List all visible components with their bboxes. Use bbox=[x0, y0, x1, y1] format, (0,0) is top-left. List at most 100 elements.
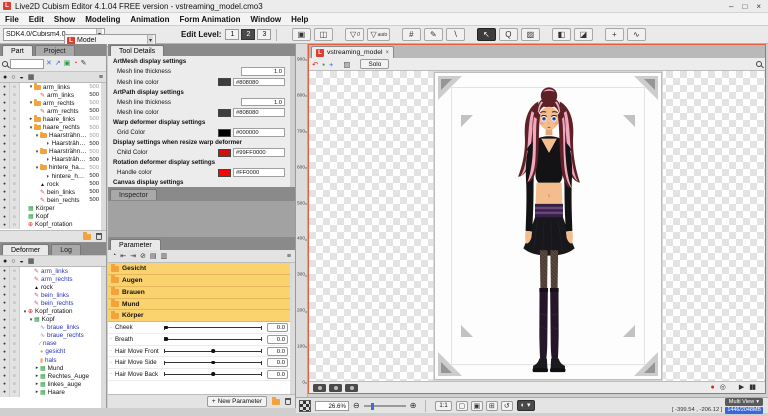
lock-icon[interactable]: ○ bbox=[10, 323, 20, 332]
actual-size-button[interactable]: 1:1 bbox=[435, 400, 452, 411]
lock-icon[interactable]: ○ bbox=[10, 188, 20, 197]
lock-icon[interactable]: ○ bbox=[10, 212, 20, 221]
field-input[interactable]: #FF0000 bbox=[233, 168, 285, 177]
trash-icon[interactable] bbox=[96, 233, 102, 240]
panel-tab[interactable]: Project bbox=[34, 45, 75, 56]
tool-button[interactable]: ✎ bbox=[424, 28, 444, 41]
lock-icon[interactable]: ○ bbox=[10, 364, 20, 373]
tool-button[interactable]: ▽ 0 bbox=[345, 28, 365, 41]
visibility-eye-icon[interactable]: ● bbox=[0, 115, 10, 124]
tool-button[interactable]: # bbox=[402, 28, 422, 41]
deformer-tree-row[interactable]: ● ○ nase bbox=[0, 339, 101, 348]
field-input[interactable]: #808080 bbox=[233, 77, 285, 87]
visibility-eye-icon[interactable]: ● bbox=[0, 275, 10, 284]
visibility-eye-icon[interactable]: ● bbox=[0, 212, 10, 221]
lock-icon[interactable]: ○ bbox=[10, 299, 20, 308]
color-swatch[interactable] bbox=[218, 78, 231, 87]
parameter-folder-row[interactable]: Augen bbox=[108, 275, 290, 287]
canvas-tool-icon[interactable]: ▨ bbox=[343, 59, 350, 70]
parameter-slider-track[interactable] bbox=[164, 372, 262, 377]
playback-control-icon[interactable]: ◎ bbox=[720, 383, 726, 393]
part-tree-row[interactable]: ● ○ Kopf bbox=[0, 212, 101, 221]
deformer-tree-row[interactable]: ● ○ Kopf bbox=[0, 315, 101, 324]
tool-button[interactable]: ∿ bbox=[627, 28, 647, 41]
maximize-button[interactable]: □ bbox=[742, 1, 747, 12]
menu-item[interactable]: Animation bbox=[130, 15, 169, 24]
deformer-tree-row[interactable]: ● ○ bein_rechts bbox=[0, 299, 101, 308]
lock-icon[interactable]: ○ bbox=[10, 275, 20, 284]
edit-level-button[interactable]: 3 bbox=[257, 29, 272, 40]
view-button[interactable]: ↺ bbox=[500, 400, 513, 411]
tab-parameter[interactable]: Parameter bbox=[110, 239, 161, 251]
deformer-tree-row[interactable]: ● ○ Mund bbox=[0, 364, 101, 373]
visibility-eye-icon[interactable]: ● bbox=[0, 123, 10, 132]
panel-tab[interactable]: Log bbox=[51, 244, 81, 255]
canvas-viewport[interactable] bbox=[309, 71, 765, 381]
lock-icon[interactable]: ○ bbox=[10, 172, 20, 181]
part-tree-row[interactable]: ● ○ hintere_haare 500 bbox=[0, 172, 101, 181]
visibility-eye-icon[interactable]: ● bbox=[0, 196, 10, 205]
visibility-eye-icon[interactable]: ● bbox=[0, 188, 10, 197]
lock-icon[interactable]: ○ bbox=[10, 291, 20, 300]
parameter-slider-track[interactable] bbox=[164, 360, 262, 365]
tool-button[interactable]: ▨ bbox=[521, 28, 541, 41]
tab-tool-details[interactable]: Tool Details bbox=[110, 45, 165, 56]
visibility-eye-icon[interactable]: ● bbox=[0, 220, 10, 229]
transparency-toggle-icon[interactable] bbox=[299, 399, 311, 412]
part-tree-row[interactable]: ● ○ haare_rechts 500 bbox=[0, 123, 101, 132]
lock-icon[interactable]: ○ bbox=[11, 258, 15, 265]
tool-button[interactable]: ▣ bbox=[292, 28, 312, 41]
slider-knob[interactable] bbox=[211, 349, 215, 353]
part-tree-row[interactable]: ● ○ bein_links 500 bbox=[0, 188, 101, 197]
solo-button[interactable]: Solo bbox=[360, 59, 390, 69]
parameter-tool-icon[interactable]: ▤ bbox=[150, 252, 157, 260]
visibility-eye-icon[interactable]: ● bbox=[0, 91, 10, 100]
lock-icon[interactable]: ○ bbox=[10, 347, 20, 357]
menu-item[interactable]: Window bbox=[251, 15, 282, 24]
tool-button[interactable]: + bbox=[605, 28, 625, 41]
deformer-tree-row[interactable]: ● ○ braue_links bbox=[0, 323, 101, 332]
lock-icon[interactable]: ○ bbox=[10, 139, 20, 148]
field-input[interactable]: #99FF0000 bbox=[233, 148, 285, 157]
visibility-eye-icon[interactable]: ● bbox=[0, 388, 10, 397]
playback-control-icon[interactable]: ▶ bbox=[739, 383, 744, 393]
camera-ghost-icon[interactable] bbox=[329, 383, 342, 392]
visibility-eye-icon[interactable]: ● bbox=[0, 204, 10, 213]
lock-icon[interactable]: ○ bbox=[10, 380, 20, 389]
zoom-slider[interactable] bbox=[363, 402, 406, 410]
field-input[interactable]: 1.0 bbox=[241, 67, 285, 77]
parameter-value[interactable]: 0.0 bbox=[267, 346, 288, 356]
part-tree-row[interactable]: ● ○ haare_links 500 bbox=[0, 115, 101, 124]
visibility-eye-icon[interactable]: ● bbox=[0, 83, 10, 92]
parameter-tool-icon[interactable]: ◔ bbox=[112, 252, 116, 260]
part-tree-row[interactable]: ● ○ Körper bbox=[0, 204, 101, 213]
lock-icon[interactable]: ○ bbox=[10, 339, 20, 348]
lock-icon[interactable]: ○ bbox=[10, 220, 20, 229]
deformer-tree-row[interactable]: ● ○ gesicht bbox=[0, 347, 101, 357]
canvas-tool-icon[interactable]: ▪ bbox=[322, 59, 325, 70]
field-input[interactable]: #000000 bbox=[233, 128, 285, 137]
deformer-tree-row[interactable]: ● ○ bein_links bbox=[0, 291, 101, 300]
new-folder-icon[interactable] bbox=[272, 396, 280, 405]
quick-action-icon[interactable]: ▣ bbox=[64, 59, 71, 69]
lock-icon[interactable]: ○ bbox=[10, 155, 20, 164]
deformer-tree-row[interactable]: ● ○ hals bbox=[0, 356, 101, 365]
visibility-eye-icon[interactable]: ● bbox=[0, 267, 10, 276]
new-parameter-button[interactable]: + New Parameter bbox=[206, 396, 267, 407]
zoom-in-icon[interactable]: ⊕ bbox=[410, 401, 417, 410]
lock-icon[interactable]: ○ bbox=[10, 283, 20, 292]
lock-icon[interactable]: ○ bbox=[10, 307, 20, 316]
lock-icon[interactable]: ○ bbox=[10, 372, 20, 381]
lock-icon[interactable]: ○ bbox=[10, 267, 20, 276]
lock-icon[interactable]: ○ bbox=[10, 131, 20, 140]
visibility-eye-icon[interactable]: ● bbox=[0, 372, 10, 381]
lock-icon[interactable]: ○ bbox=[10, 99, 20, 108]
visibility-eye-icon[interactable]: ● bbox=[0, 323, 10, 332]
parameter-slider-track[interactable] bbox=[164, 349, 262, 353]
tool-button[interactable]: ∖ bbox=[446, 28, 466, 41]
panel-tab[interactable]: Part bbox=[2, 45, 33, 56]
deformer-tree-row[interactable]: ● ○ linkes_auge bbox=[0, 380, 101, 389]
tool-button[interactable]: ◫ bbox=[314, 28, 334, 41]
panel-tab[interactable]: Deformer bbox=[2, 244, 50, 255]
search-icon[interactable] bbox=[756, 61, 762, 67]
